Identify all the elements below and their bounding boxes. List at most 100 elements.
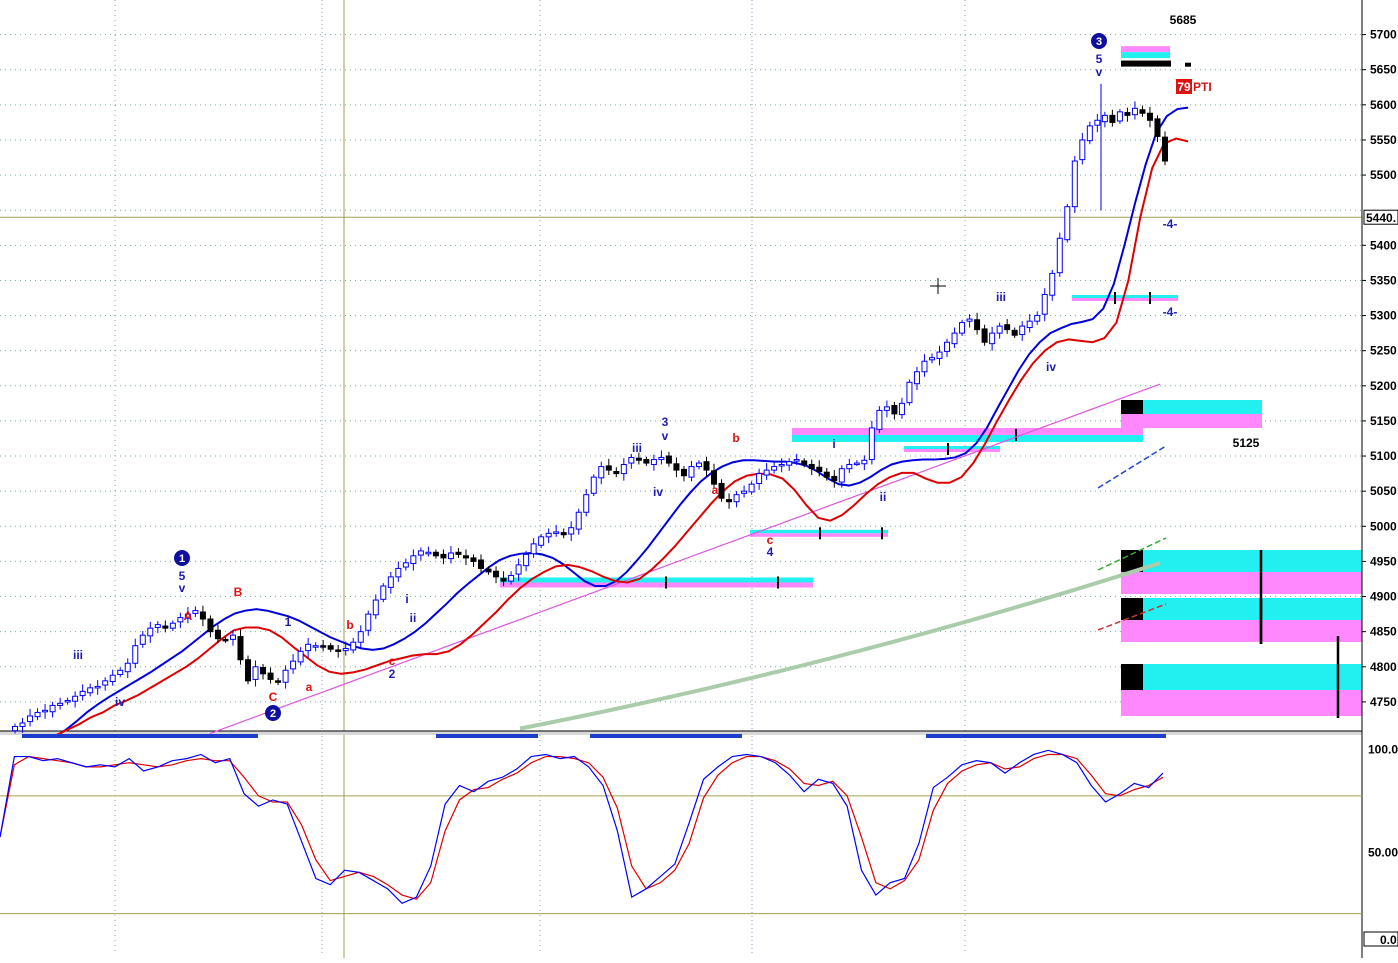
target-zone-pink (1121, 690, 1362, 716)
candle-up (417, 550, 424, 556)
candle-up (568, 527, 575, 535)
candle-up (898, 402, 905, 416)
candle-up (1026, 320, 1033, 329)
zone-band-top (1121, 46, 1170, 53)
candle-down (643, 459, 650, 464)
candle-up (883, 406, 890, 411)
zone-band-bottom (1072, 298, 1178, 301)
candle-up (124, 662, 131, 673)
candle-up (12, 725, 18, 732)
candle-up (906, 381, 913, 404)
candle-up (620, 463, 627, 475)
candle-up (741, 490, 748, 494)
candle-up (252, 666, 259, 680)
candle-up (1101, 114, 1108, 123)
candle-up (350, 641, 357, 651)
cycle-period-bar (590, 734, 742, 738)
target-zone-marker (1121, 664, 1143, 690)
blue-trend-marker (1097, 445, 1167, 489)
candle-up (177, 617, 184, 623)
price-axis: 4750 4800 4850 4900 4950 5000 5050 5100 5150 5200… (1361, 0, 1398, 958)
axis-tick-label: 5600 (1370, 98, 1397, 112)
candle-up (771, 466, 778, 471)
candle-up (545, 532, 552, 538)
candle-down (493, 570, 500, 578)
candle-down (275, 680, 282, 683)
candle-up (357, 631, 364, 643)
candle-down (440, 553, 447, 559)
candle-up (944, 341, 951, 352)
top-zone-tick (1185, 62, 1191, 67)
wave-label-i: i (832, 437, 835, 451)
candle-up (530, 543, 537, 555)
candle-up (192, 610, 199, 614)
candle-up (628, 456, 635, 464)
candle-up (846, 463, 853, 470)
candle-down (327, 645, 334, 650)
upper-channel-line (54, 106, 1189, 738)
wave-label-C: C (269, 690, 278, 704)
candle-up (763, 469, 770, 476)
candle-up (876, 409, 883, 430)
top-zone-marker (1121, 60, 1171, 67)
candle-down (1146, 112, 1153, 121)
candle-up (410, 555, 417, 565)
cycle-period-bar (926, 734, 1166, 738)
candle-up (1131, 107, 1138, 116)
candle-up (305, 643, 312, 652)
axis-tick-label: 5050 (1370, 484, 1397, 498)
pti-label: PTI (1193, 80, 1212, 94)
candle-up (553, 531, 560, 534)
candle-down (500, 577, 507, 582)
candle-down (260, 666, 267, 675)
candle-up (936, 351, 943, 359)
candle-up (951, 332, 958, 345)
candle-down (1154, 118, 1161, 137)
candle-down (1124, 112, 1131, 116)
zone-band-top (792, 427, 1143, 435)
axis-tick-label: 5100 (1370, 449, 1397, 463)
candle-down (560, 532, 567, 536)
candle-up (109, 674, 116, 683)
candle-up (147, 627, 154, 637)
candle-up (966, 318, 973, 322)
candle-up (748, 483, 755, 493)
wave-label-a: a (712, 483, 719, 497)
candle-up (42, 709, 49, 713)
candle-down (801, 460, 808, 465)
wave-label-2: 2 (389, 667, 396, 681)
candle-up (102, 680, 109, 686)
axis-tick-label: 4750 (1370, 695, 1397, 709)
candle-up (19, 722, 26, 727)
candle-down (673, 463, 680, 471)
oscillator-k-line (0, 749, 1164, 905)
candle-up (756, 473, 763, 484)
candle-down (470, 557, 477, 562)
candle-down (237, 636, 244, 661)
candle-up (447, 552, 454, 560)
candle-up (94, 685, 101, 689)
candle-down (432, 551, 439, 557)
candle-up (575, 511, 582, 530)
candle-up (989, 332, 996, 345)
wave-circle-two: 2 (270, 708, 276, 720)
candle-up (1034, 315, 1041, 322)
wave-label-minus-four: -4- (1163, 305, 1178, 319)
axis-tick-label: 5500 (1370, 168, 1397, 182)
candle-down (1109, 114, 1116, 123)
wave-label-c: c (389, 654, 396, 668)
axis-tick-label: 5150 (1370, 414, 1397, 428)
wave-label-i: i (405, 592, 408, 606)
zone-band-bottom (792, 434, 1143, 442)
candle-down (703, 461, 710, 471)
target-zone-cyan (1121, 598, 1362, 620)
candle-up (778, 463, 785, 467)
candle-down (320, 645, 327, 648)
wave-label-a: a (306, 680, 313, 694)
candle-down (613, 471, 620, 475)
candle-up (733, 494, 740, 503)
wave-label-3: 3 (662, 415, 669, 429)
candle-up (87, 687, 94, 694)
chart-canvas: 15v235viiiivABC1abc2iiiiii3viv abc4iiiiii… (0, 0, 1398, 958)
candle-up (853, 462, 860, 466)
